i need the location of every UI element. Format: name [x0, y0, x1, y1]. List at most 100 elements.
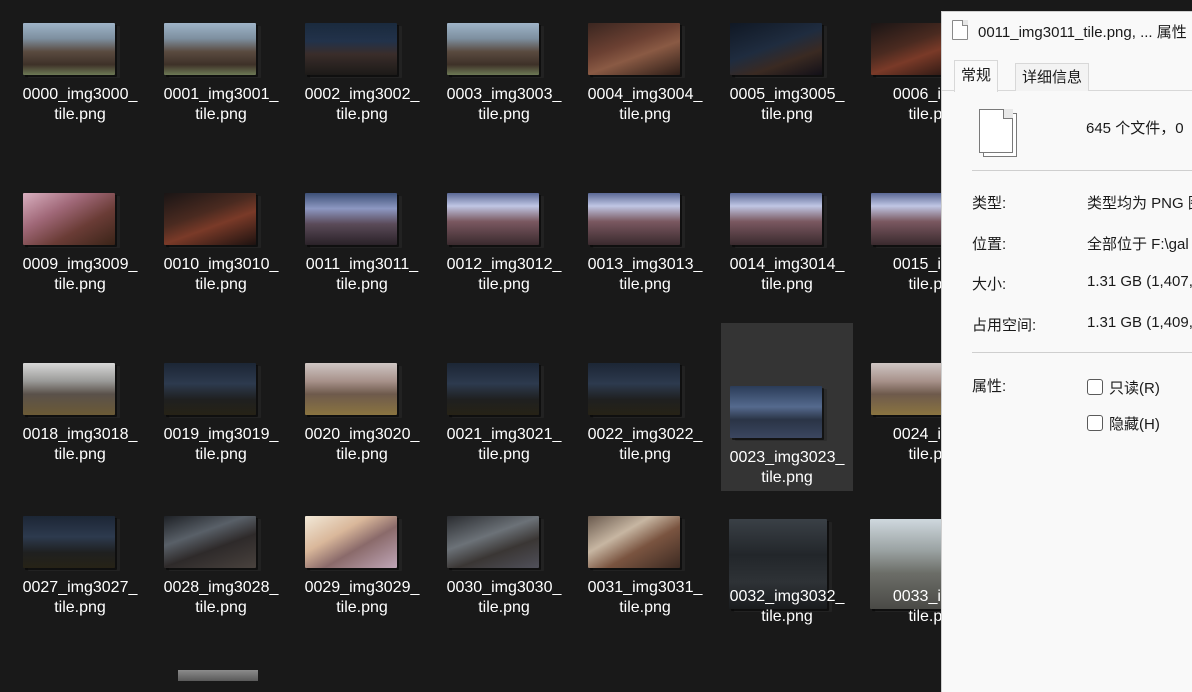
- file-name: 0032_img3032_ tile.png: [729, 588, 845, 625]
- file-name: 0024_img tile.pr: [892, 426, 941, 463]
- tab-details[interactable]: 详细信息: [1015, 63, 1090, 91]
- file-tile[interactable]: 0019_img3019_ tile.png: [155, 340, 287, 508]
- file-tile[interactable]: 0000_img3000_ tile.png: [14, 0, 146, 168]
- image-thumbnail[interactable]: [447, 363, 539, 415]
- file-name: 0027_img3027_ tile.png: [22, 579, 138, 616]
- image-thumbnail[interactable]: [447, 193, 539, 245]
- file-name: 0020_img3020_ tile.png: [304, 426, 420, 463]
- image-thumbnail[interactable]: [23, 363, 115, 415]
- file-tile[interactable]: 0001_img3001_ tile.png: [155, 0, 287, 168]
- image-thumbnail[interactable]: [588, 23, 680, 75]
- file-tile[interactable]: 0015_img tile.pr: [862, 170, 941, 338]
- file-tile[interactable]: 0022_img3022_ tile.png: [579, 340, 711, 508]
- readonly-checkbox[interactable]: 只读(R): [1087, 377, 1160, 398]
- size-value: 1.31 GB (1,407,: [1087, 273, 1192, 290]
- image-thumbnail[interactable]: [730, 193, 822, 245]
- file-name: 0012_img3012_ tile.png: [446, 256, 562, 293]
- file-tile[interactable]: 0032_img3032_ tile.png: [721, 493, 853, 661]
- file-tile[interactable]: 0006_img tile.pr: [862, 0, 941, 168]
- file-tile[interactable]: 0011_img3011_ tile.png: [296, 170, 428, 338]
- file-tile[interactable]: 0031_img3031_ tile.png: [579, 493, 711, 661]
- tab-general[interactable]: 常规: [954, 60, 999, 92]
- file-tile[interactable]: 0012_img3012_ tile.png: [438, 170, 570, 338]
- file-tile[interactable]: 0004_img3004_ tile.png: [579, 0, 711, 168]
- file-name: 0000_img3000_ tile.png: [22, 86, 138, 123]
- readonly-label: 只读(R): [1109, 380, 1160, 397]
- image-thumbnail[interactable]: [730, 386, 822, 438]
- image-thumbnail[interactable]: [23, 193, 115, 245]
- location-value: 全部位于 F:\gal: [1087, 236, 1189, 253]
- file-tile[interactable]: 0023_img3023_ tile.png: [721, 323, 853, 491]
- image-thumbnail[interactable]: [588, 363, 680, 415]
- type-label: 类型:: [972, 195, 1007, 212]
- file-name: 0023_img3023_ tile.png: [729, 449, 845, 486]
- file-tile[interactable]: 0033_img tile.pr: [862, 493, 941, 661]
- image-thumbnail[interactable]: [23, 516, 115, 568]
- file-tile[interactable]: 0028_img3028_ tile.png: [155, 493, 287, 661]
- file-name: 0015_img tile.pr: [892, 256, 941, 293]
- multiple-files-icon: [979, 109, 1017, 157]
- dialog-title: 0011_img3011_tile.png, ... 属性: [978, 24, 1187, 41]
- image-thumbnail[interactable]: [164, 23, 256, 75]
- file-tile[interactable]: 0010_img3010_ tile.png: [155, 170, 287, 338]
- file-tile[interactable]: 0021_img3021_ tile.png: [438, 340, 570, 508]
- file-tile[interactable]: 0029_img3029_ tile.png: [296, 493, 428, 661]
- dialog-titlebar[interactable]: 0011_img3011_tile.png, ... 属性: [942, 12, 1192, 48]
- file-tile[interactable]: 0013_img3013_ tile.png: [579, 170, 711, 338]
- file-name: 0013_img3013_ tile.png: [587, 256, 703, 293]
- tab-strip: 常规 详细信息: [942, 60, 1192, 92]
- file-tile[interactable]: 0009_img3009_ tile.png: [14, 170, 146, 338]
- file-tile[interactable]: 0014_img3014_ tile.png: [721, 170, 853, 338]
- file-tile[interactable]: 0002_img3002_ tile.png: [296, 0, 428, 168]
- file-name: 0030_img3030_ tile.png: [446, 579, 562, 616]
- file-tile[interactable]: 0027_img3027_ tile.png: [14, 493, 146, 661]
- file-tile[interactable]: 0030_img3030_ tile.png: [438, 493, 570, 661]
- file-name: 0010_img3010_ tile.png: [163, 256, 279, 293]
- image-thumbnail[interactable]: [447, 516, 539, 568]
- attributes-label: 属性:: [972, 378, 1007, 395]
- file-name: 0033_img tile.pr: [892, 588, 941, 625]
- file-name: 0009_img3009_ tile.png: [22, 256, 138, 293]
- disk-size-value: 1.31 GB (1,409,: [1087, 314, 1192, 331]
- checkbox-box[interactable]: [1087, 379, 1103, 395]
- file-tile[interactable]: 0020_img3020_ tile.png: [296, 340, 428, 508]
- file-tile[interactable]: 0005_img3005_ tile.png: [721, 0, 853, 168]
- image-thumbnail[interactable]: [588, 193, 680, 245]
- image-thumbnail[interactable]: [871, 363, 941, 415]
- image-thumbnail[interactable]: [447, 23, 539, 75]
- image-thumbnail[interactable]: [730, 23, 822, 75]
- properties-dialog: 0011_img3011_tile.png, ... 属性 常规 详细信息 64…: [941, 11, 1192, 692]
- image-thumbnail[interactable]: [164, 193, 256, 245]
- file-tile[interactable]: 0003_img3003_ tile.png: [438, 0, 570, 168]
- file-name: 0031_img3031_ tile.png: [587, 579, 703, 616]
- image-thumbnail[interactable]: [164, 363, 256, 415]
- image-thumbnail[interactable]: [164, 516, 256, 568]
- image-thumbnail[interactable]: [305, 23, 397, 75]
- file-tile[interactable]: 0024_img tile.pr: [862, 340, 941, 508]
- thumbnail-grid: 0000_img3000_ tile.png 0001_img3001_ tile…: [0, 0, 941, 681]
- file-icon: [952, 20, 968, 40]
- image-thumbnail[interactable]: [23, 23, 115, 75]
- file-name: 0018_img3018_ tile.png: [22, 426, 138, 463]
- file-name: 0029_img3029_ tile.png: [304, 579, 420, 616]
- file-name: 0003_img3003_ tile.png: [446, 86, 562, 123]
- file-name: 0004_img3004_ tile.png: [587, 86, 703, 123]
- image-thumbnail[interactable]: [588, 516, 680, 568]
- partial-thumbnail[interactable]: [178, 670, 258, 681]
- image-thumbnail[interactable]: [871, 23, 941, 75]
- file-name: 0006_img tile.pr: [892, 86, 941, 123]
- file-name: 0001_img3001_ tile.png: [163, 86, 279, 123]
- checkbox-box[interactable]: [1087, 415, 1103, 431]
- file-name: 0019_img3019_ tile.png: [163, 426, 279, 463]
- image-thumbnail[interactable]: [305, 193, 397, 245]
- image-thumbnail[interactable]: [871, 193, 941, 245]
- file-name: 0011_img3011_ tile.png: [305, 256, 419, 293]
- size-label: 大小:: [972, 276, 1007, 293]
- file-tile[interactable]: 0018_img3018_ tile.png: [14, 340, 146, 508]
- disk-size-label: 占用空间:: [972, 317, 1037, 334]
- divider: [972, 352, 1192, 353]
- image-thumbnail[interactable]: [305, 363, 397, 415]
- hidden-checkbox[interactable]: 隐藏(H): [1087, 413, 1160, 434]
- image-thumbnail[interactable]: [305, 516, 397, 568]
- file-count-summary: 645 个文件，0: [1086, 120, 1184, 137]
